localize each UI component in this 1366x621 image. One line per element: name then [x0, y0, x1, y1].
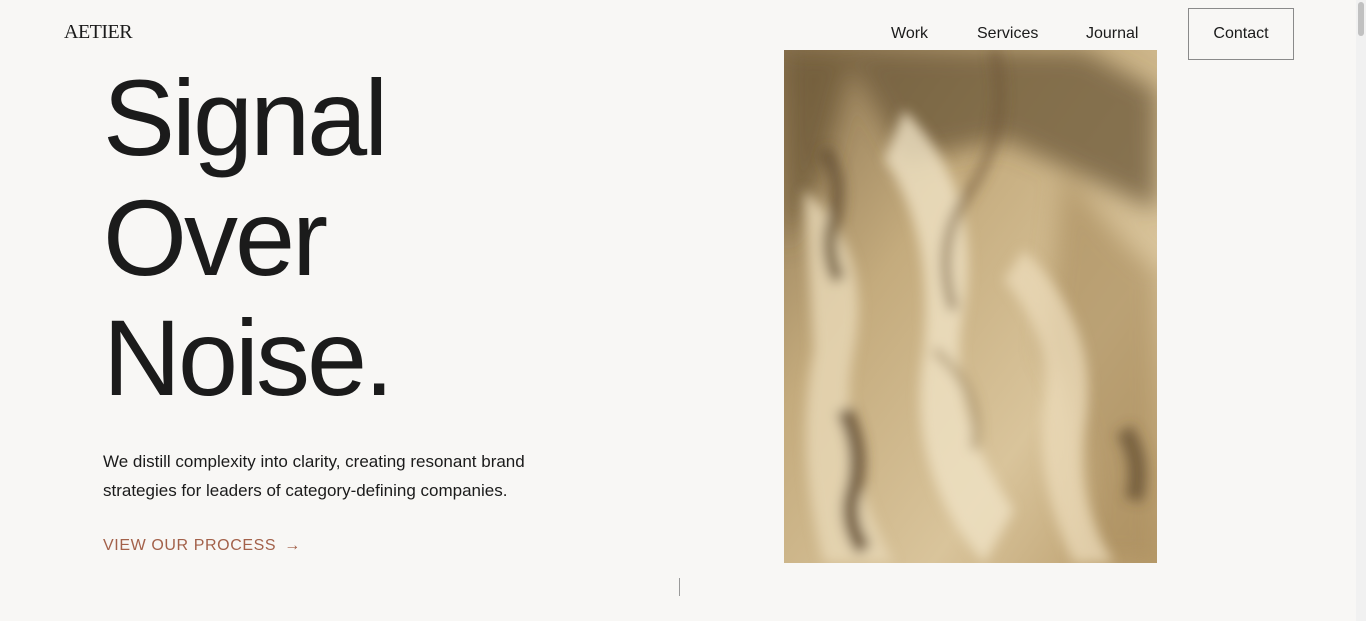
nav-link-journal[interactable]: Journal — [1086, 25, 1138, 43]
hero-lede: We distill complexity into clarity, crea… — [103, 452, 525, 500]
view-process-link[interactable]: VIEW OUR PROCESS → — [103, 537, 301, 555]
hero-image — [784, 50, 1157, 563]
headline-line-1: Signal — [103, 57, 388, 178]
brand-logo[interactable]: AETIER — [64, 21, 133, 44]
hero-headline: Signal Over Noise. — [103, 57, 394, 418]
headline-line-2: Over — [103, 177, 328, 298]
nav-link-services[interactable]: Services — [977, 25, 1038, 43]
fabric-texture-image — [784, 50, 1157, 563]
nav-link-work[interactable]: Work — [891, 25, 928, 43]
page: AETIER Work Services Journal Contact Sig… — [0, 0, 1366, 621]
page-scrollbar[interactable] — [1356, 0, 1366, 621]
scroll-indicator — [679, 578, 680, 596]
headline-line-3: Noise. — [103, 297, 394, 418]
cta-label: VIEW OUR PROCESS — [103, 537, 277, 554]
arrow-right-icon: → — [284, 537, 301, 554]
scrollbar-thumb[interactable] — [1358, 2, 1364, 36]
contact-button[interactable]: Contact — [1188, 8, 1294, 60]
